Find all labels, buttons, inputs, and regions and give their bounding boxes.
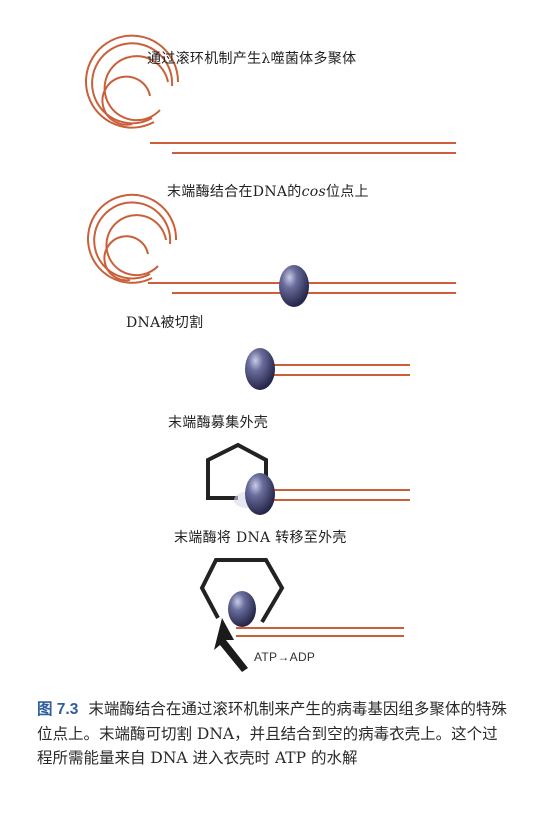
label-cos-site: cos bbox=[301, 184, 326, 200]
cleaved-dna bbox=[245, 348, 410, 390]
label-rolling-circle: 通过滚环机制产生λ噬菌体多聚体 bbox=[147, 51, 357, 67]
label-enzyme-recruits-capsid: 末端酶募集外壳 bbox=[168, 415, 269, 431]
enzyme-capsid bbox=[206, 442, 410, 515]
label-enzyme-binds-cos-suffix: 位点上 bbox=[325, 184, 369, 200]
label-dna-transfer: 末端酶将 DNA 转移至外壳 bbox=[174, 530, 347, 546]
dna-with-enzyme bbox=[87, 193, 456, 307]
label-dna-cleaved: DNA被切割 bbox=[126, 315, 204, 331]
terminase-enzyme bbox=[279, 265, 309, 307]
terminase-enzyme bbox=[245, 473, 275, 515]
figure-diagram bbox=[85, 34, 456, 672]
label-enzyme-binds-cos: 末端酶结合在DNA的cos位点上 bbox=[167, 181, 369, 201]
figure-number: 图 7.3 bbox=[37, 701, 79, 718]
caption-text: 末端酶结合在通过滚环机制来产生的病毒基因组多聚体的特殊位点上。末端酶可切割 DN… bbox=[37, 700, 507, 767]
terminase-enzyme bbox=[245, 348, 275, 390]
label-enzyme-binds-cos-prefix: 末端酶结合在DNA的 bbox=[167, 184, 302, 200]
terminase-enzyme bbox=[228, 591, 256, 627]
figure-caption: 图 7.3 末端酶结合在通过滚环机制来产生的病毒基因组多聚体的特殊位点上。末端酶可… bbox=[37, 697, 507, 770]
label-atp-adp: ATP→ADP bbox=[254, 650, 316, 664]
